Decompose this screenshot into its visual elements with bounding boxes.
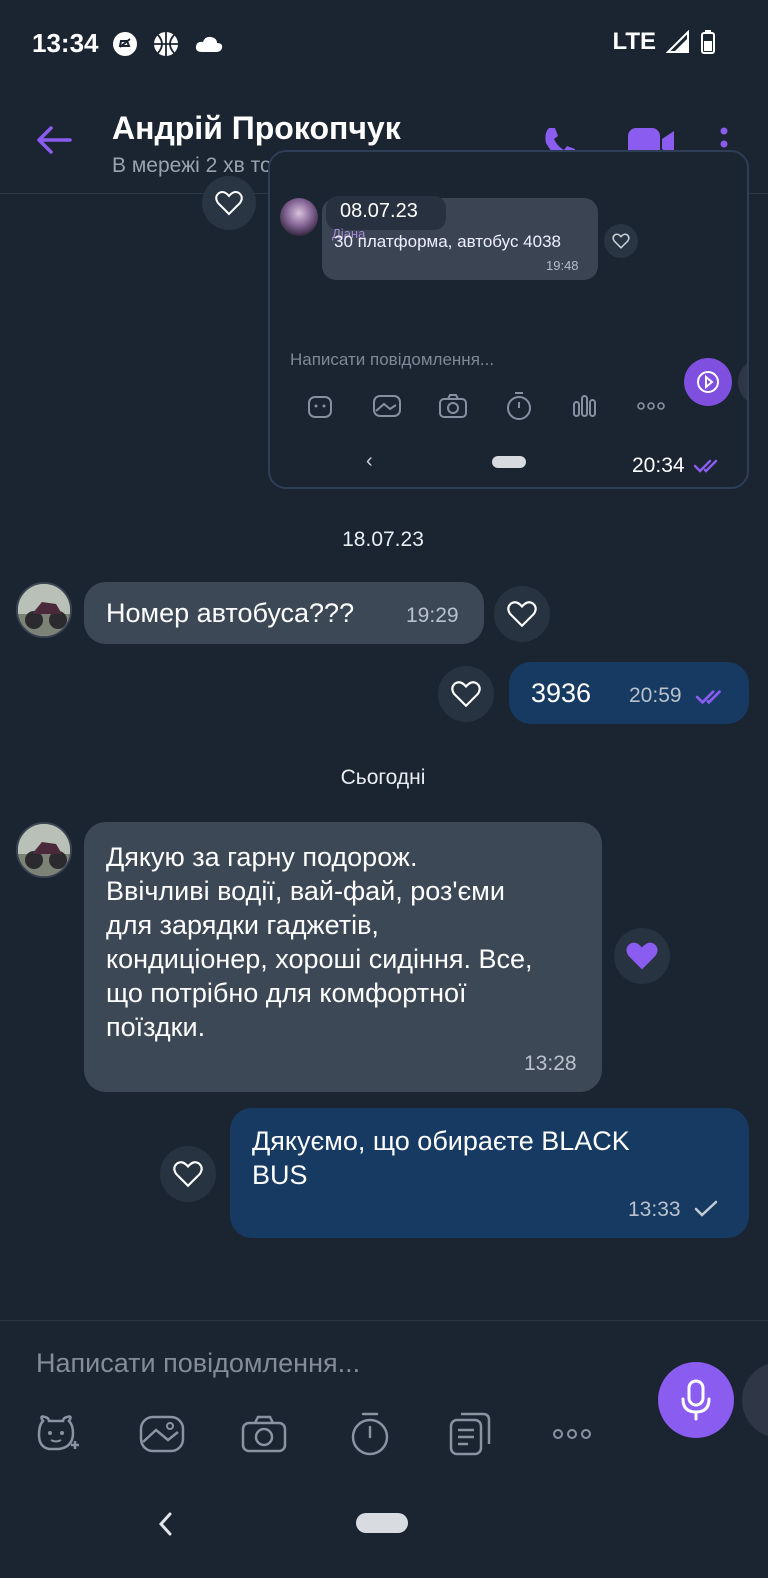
camera-icon	[420, 390, 486, 422]
heart-outline-icon	[507, 601, 537, 628]
screenshot-input-placeholder: Написати повідомлення...	[290, 350, 495, 369]
notes-icon	[449, 1412, 491, 1456]
bell-off-icon	[113, 32, 137, 56]
screenshot-image-message[interactable]: 08.07.23 Діана 30 платформа, автобус 403…	[268, 150, 749, 489]
like-button[interactable]	[202, 176, 256, 230]
message-time: 20:34	[632, 454, 685, 477]
message-bubble-incoming[interactable]: Дякую за гарну подорож. Ввічливі водії, …	[84, 822, 602, 1092]
status-notification-icons	[112, 30, 224, 58]
gallery-icon	[354, 390, 420, 422]
motorcycle-avatar-image	[18, 584, 70, 636]
message-line: Дякуємо, що обираєте BLACK	[252, 1126, 630, 1156]
message-text: Номер автобуса???	[106, 598, 355, 628]
screenshot-message-text: 30 платформа, автобус 4038	[334, 232, 561, 251]
gallery-icon	[139, 1415, 185, 1453]
check-icon	[694, 1200, 718, 1217]
message-text: Дякую за гарну подорож. Ввічливі водії, …	[106, 840, 533, 1044]
screenshot-send-icon	[684, 358, 732, 406]
timer-button[interactable]	[342, 1410, 398, 1458]
basketball-icon	[154, 32, 178, 56]
message-time: 20:59	[629, 684, 682, 707]
date-separator: Сьогодні	[340, 766, 426, 789]
sticker-button[interactable]	[30, 1410, 86, 1458]
message-bubble-incoming[interactable]: Номер автобуса??? 19:29	[84, 582, 484, 644]
gallery-button[interactable]	[134, 1410, 190, 1458]
audio-bars-icon	[552, 390, 618, 422]
avatar[interactable]	[16, 822, 72, 878]
message-bubble-outgoing[interactable]: 3936 20:59	[509, 662, 749, 724]
camera-button[interactable]	[236, 1410, 292, 1458]
play-circle-icon	[697, 371, 719, 393]
message-line: Дякую за гарну подорож.	[106, 842, 418, 872]
network-type: LTE	[612, 28, 656, 55]
avatar	[280, 198, 318, 236]
sticker-icon	[288, 390, 354, 422]
status-time: 13:34	[32, 28, 99, 58]
avatar[interactable]	[16, 582, 72, 638]
sticker-icon	[37, 1415, 79, 1451]
battery-icon	[701, 30, 715, 54]
heart-outline-icon	[612, 233, 630, 249]
back-button[interactable]	[30, 116, 78, 164]
message-line: поїздки.	[106, 1012, 206, 1042]
message-text: Дякуємо, що обираєте BLACK BUS	[252, 1124, 630, 1192]
heart-filled-icon	[626, 942, 658, 970]
more-icon	[553, 1429, 591, 1439]
heart-outline-icon	[173, 1161, 203, 1188]
contact-name[interactable]: Андрій Прокопчук	[112, 110, 401, 147]
motorcycle-avatar-image	[18, 824, 70, 876]
screenshot-toolbar	[288, 390, 684, 422]
chevron-left-icon	[158, 1512, 172, 1536]
arrow-left-icon	[37, 126, 72, 154]
date-separator: 18.07.23	[342, 528, 424, 551]
message-time: 13:28	[524, 1052, 577, 1075]
more-button[interactable]	[544, 1410, 600, 1458]
message-text: 3936	[531, 678, 592, 708]
double-check-icon	[695, 690, 721, 705]
status-right: LTE	[612, 28, 716, 56]
like-button[interactable]	[160, 1146, 216, 1202]
timer-icon	[351, 1412, 389, 1456]
screenshot-message-time: 19:48	[546, 258, 579, 273]
message-line: BUS	[252, 1160, 308, 1190]
message-line: кондиціонер, хороші сидіння. Все,	[106, 944, 533, 974]
double-check-icon	[693, 459, 717, 473]
message-time: 19:29	[406, 604, 459, 627]
timer-icon	[486, 390, 552, 422]
message-time: 13:33	[628, 1198, 681, 1221]
screenshot-nav-back: ‹	[366, 450, 373, 472]
system-home-pill[interactable]	[356, 1513, 408, 1533]
system-back-button[interactable]	[150, 1504, 180, 1544]
like-button[interactable]	[438, 666, 494, 722]
screenshot-side-tab	[738, 358, 747, 406]
signal-icon	[666, 30, 689, 53]
message-line: для зарядки гаджетів,	[106, 910, 379, 940]
like-button[interactable]	[614, 928, 670, 984]
composer-side-tab[interactable]	[742, 1362, 768, 1438]
screenshot-nav-home	[492, 456, 526, 468]
message-bubble-outgoing[interactable]: Дякуємо, що обираєте BLACK BUS 13:33	[230, 1108, 749, 1238]
message-line: Ввічливі водії, вай-фай, роз'єми	[106, 876, 505, 906]
screenshot-date: 08.07.23	[340, 200, 418, 222]
message-line: що потрібно для комфортної	[106, 978, 467, 1008]
more-icon	[618, 390, 684, 422]
composer-divider	[0, 1320, 768, 1321]
screenshot-heart	[604, 224, 638, 258]
notes-button[interactable]	[442, 1410, 498, 1458]
message-input[interactable]: Написати повідомлення...	[36, 1348, 360, 1379]
screenshot-bubble-meta: 20:34	[632, 454, 723, 478]
voice-message-button[interactable]	[658, 1362, 734, 1438]
camera-icon	[241, 1415, 287, 1453]
heart-outline-icon	[215, 191, 243, 216]
microphone-icon	[681, 1379, 711, 1421]
cloud-icon	[195, 36, 223, 52]
like-button[interactable]	[494, 586, 550, 642]
heart-outline-icon	[451, 681, 481, 708]
